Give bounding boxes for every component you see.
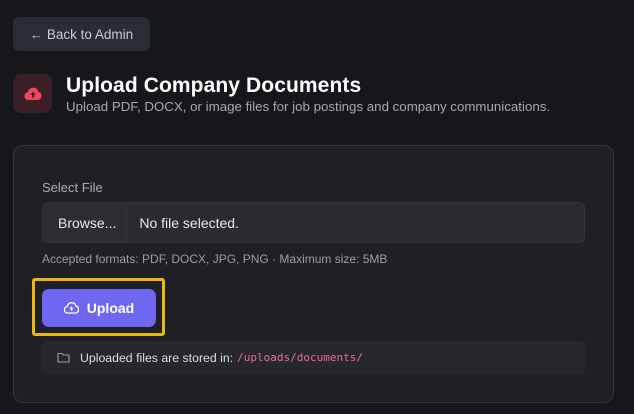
- file-status-text: No file selected.: [139, 214, 239, 231]
- upload-card: Select File Browse... No file selected. …: [13, 145, 614, 403]
- back-to-admin-button[interactable]: ← Back to Admin: [13, 17, 150, 51]
- folder-icon: [57, 352, 70, 363]
- back-to-admin-label: Back to Admin: [46, 26, 134, 42]
- upload-button-label: Upload: [86, 300, 135, 316]
- cloud-upload-icon: [13, 74, 52, 113]
- upload-button[interactable]: Upload: [42, 289, 156, 327]
- page-title: Upload Company Documents: [66, 74, 362, 97]
- arrow-left-icon: ←: [29, 26, 43, 42]
- page-subtitle: Upload PDF, DOCX, or image files for job…: [66, 99, 551, 114]
- storage-path: /uploads/documents/: [237, 351, 363, 364]
- browse-button[interactable]: Browse...: [43, 203, 128, 242]
- accepted-formats-help: Accepted formats: PDF, DOCX, JPG, PNG · …: [42, 252, 388, 266]
- file-input[interactable]: Browse... No file selected.: [42, 202, 585, 243]
- cloud-upload-icon: [63, 302, 79, 314]
- storage-note-text: Uploaded files are stored in:: [80, 350, 234, 365]
- select-file-label: Select File: [42, 180, 103, 195]
- storage-note: Uploaded files are stored in: /uploads/d…: [42, 341, 585, 374]
